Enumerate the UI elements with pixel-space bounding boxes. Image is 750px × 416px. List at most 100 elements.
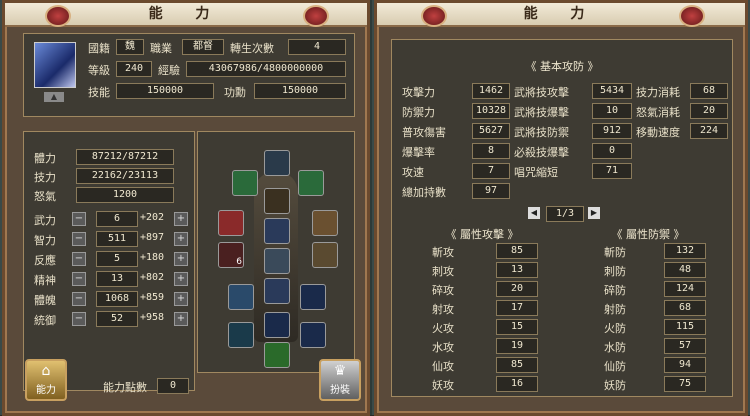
attack-stat-label: 水攻 bbox=[432, 341, 454, 354]
merit-label: 功勳 bbox=[224, 86, 246, 99]
increase-button[interactable]: + bbox=[174, 232, 188, 246]
basic-stat-value: 1462 bbox=[472, 83, 510, 99]
pants-slot[interactable] bbox=[264, 278, 290, 304]
defense-stat-value: 57 bbox=[664, 338, 706, 354]
basic-stat-label: 技力消耗 bbox=[636, 86, 680, 99]
accessory-right-slot[interactable] bbox=[312, 242, 338, 268]
defense-stat-label: 妖防 bbox=[604, 379, 626, 392]
basic-stat-label: 必殺技爆擊 bbox=[514, 146, 569, 159]
attribute-label: 武力 bbox=[34, 214, 56, 227]
increase-button[interactable]: + bbox=[174, 272, 188, 286]
attribute-row: 統御 − 52 +958 + bbox=[24, 310, 194, 330]
page-indicator: 1/3 bbox=[546, 206, 584, 222]
basic-stat-label: 武將技攻擊 bbox=[514, 86, 569, 99]
basic-stat-label: 攻擊力 bbox=[402, 86, 435, 99]
attack-stat-label: 斬攻 bbox=[432, 246, 454, 259]
exp-value: 43067986/4800000000 bbox=[186, 61, 346, 77]
decrease-button[interactable]: − bbox=[72, 232, 86, 246]
basic-stat-value: 8 bbox=[472, 143, 510, 159]
decrease-button[interactable]: − bbox=[72, 252, 86, 266]
attribute-value: 511 bbox=[96, 231, 138, 247]
attack-stat-value: 17 bbox=[496, 300, 538, 316]
defense-stat-value: 68 bbox=[664, 300, 706, 316]
weapon-right-slot[interactable] bbox=[312, 210, 338, 236]
basic-stat-value: 912 bbox=[592, 123, 632, 139]
attribute-value: 1068 bbox=[96, 291, 138, 307]
increase-button[interactable]: + bbox=[174, 212, 188, 226]
ability-button[interactable]: ⌂ 能力 bbox=[25, 359, 67, 401]
stats-detail-panel: 《 基本攻防 》 攻擊力 1462 防禦力 10328 普攻傷害 5627 爆擊… bbox=[391, 39, 733, 397]
ring-slot[interactable] bbox=[228, 322, 254, 348]
necklace-slot[interactable] bbox=[264, 188, 290, 214]
accessory-left-slot[interactable]: 6 bbox=[218, 242, 244, 268]
attribute-value: 52 bbox=[96, 311, 138, 327]
attribute-row: 精神 − 13 +802 + bbox=[24, 270, 194, 290]
vital-label: 體力 bbox=[34, 152, 56, 165]
attack-stat-label: 妖攻 bbox=[432, 379, 454, 392]
basic-stat-value: 10328 bbox=[472, 103, 510, 119]
helmet-slot[interactable] bbox=[264, 150, 290, 176]
bracelet-slot[interactable] bbox=[300, 322, 326, 348]
shoulder-left-slot[interactable] bbox=[232, 170, 258, 196]
attack-stat-label: 仙攻 bbox=[432, 360, 454, 373]
attribute-bonus: +202 bbox=[140, 212, 165, 223]
basic-stat-label: 移動速度 bbox=[636, 126, 680, 139]
defense-stat-label: 碎防 bbox=[604, 284, 626, 297]
belt-slot[interactable] bbox=[264, 248, 290, 274]
weapon-left-slot[interactable] bbox=[218, 210, 244, 236]
attack-stat-label: 射攻 bbox=[432, 303, 454, 316]
attribute-row: 武力 − 6 +202 + bbox=[24, 210, 194, 230]
defense-stat-value: 115 bbox=[664, 319, 706, 335]
basic-stat-label: 爆擊率 bbox=[402, 146, 435, 159]
armor-slot[interactable] bbox=[264, 218, 290, 244]
glove-left-slot[interactable] bbox=[228, 284, 254, 310]
glove-right-slot[interactable] bbox=[300, 284, 326, 310]
increase-button[interactable]: + bbox=[174, 312, 188, 326]
attack-stat-value: 85 bbox=[496, 243, 538, 259]
basic-stat-label: 武將技防禦 bbox=[514, 126, 569, 139]
portrait-arrow-icon[interactable]: ▲ bbox=[44, 92, 64, 102]
attribute-value: 5 bbox=[96, 251, 138, 267]
basic-stat-value: 68 bbox=[690, 83, 728, 99]
basic-stat-label: 防禦力 bbox=[402, 106, 435, 119]
vital-value: 87212/87212 bbox=[76, 149, 174, 165]
basic-stat-label: 唱咒縮短 bbox=[514, 166, 558, 179]
attribute-value: 6 bbox=[96, 211, 138, 227]
attack-stat-value: 13 bbox=[496, 262, 538, 278]
boots-slot[interactable] bbox=[264, 312, 290, 338]
title-ornament-right bbox=[303, 5, 329, 27]
basic-stat-label: 武將技爆擊 bbox=[514, 106, 569, 119]
attack-stat-value: 20 bbox=[496, 281, 538, 297]
ability-points-value: 0 bbox=[157, 378, 189, 394]
ability-window-left: 能 力 ▲ 國籍 魏 職業 都督 轉生次數 4 等級 240 經驗 430679… bbox=[2, 0, 370, 416]
attack-stat-value: 85 bbox=[496, 357, 538, 373]
basic-stat-label: 總加持數 bbox=[402, 186, 446, 199]
outfit-button-label: 扮裝 bbox=[330, 385, 350, 396]
prev-page-button[interactable]: ◀ bbox=[528, 207, 540, 219]
decrease-button[interactable]: − bbox=[72, 212, 86, 226]
shoulder-right-slot[interactable] bbox=[298, 170, 324, 196]
outfit-button[interactable]: ♛ 扮裝 bbox=[319, 359, 361, 401]
decrease-button[interactable]: − bbox=[72, 272, 86, 286]
increase-button[interactable]: + bbox=[174, 252, 188, 266]
nation-value: 魏 bbox=[116, 39, 144, 55]
attribute-bonus: +859 bbox=[140, 292, 165, 303]
defense-stat-label: 火防 bbox=[604, 322, 626, 335]
skill-value: 150000 bbox=[116, 83, 214, 99]
defense-stat-label: 射防 bbox=[604, 303, 626, 316]
increase-button[interactable]: + bbox=[174, 292, 188, 306]
vital-value: 1200 bbox=[76, 187, 174, 203]
basic-stat-label: 攻速 bbox=[402, 166, 424, 179]
decrease-button[interactable]: − bbox=[72, 292, 86, 306]
pet-slot[interactable] bbox=[264, 342, 290, 368]
attack-stat-value: 16 bbox=[496, 376, 538, 392]
decrease-button[interactable]: − bbox=[72, 312, 86, 326]
level-value: 240 bbox=[116, 61, 152, 77]
next-page-button[interactable]: ▶ bbox=[588, 207, 600, 219]
exp-label: 經驗 bbox=[158, 64, 180, 77]
profile-panel: ▲ 國籍 魏 職業 都督 轉生次數 4 等級 240 經驗 43067986/4… bbox=[23, 33, 355, 117]
basic-stat-value: 5434 bbox=[592, 83, 632, 99]
attribute-value: 13 bbox=[96, 271, 138, 287]
defense-stat-value: 75 bbox=[664, 376, 706, 392]
basic-stat-value: 20 bbox=[690, 103, 728, 119]
